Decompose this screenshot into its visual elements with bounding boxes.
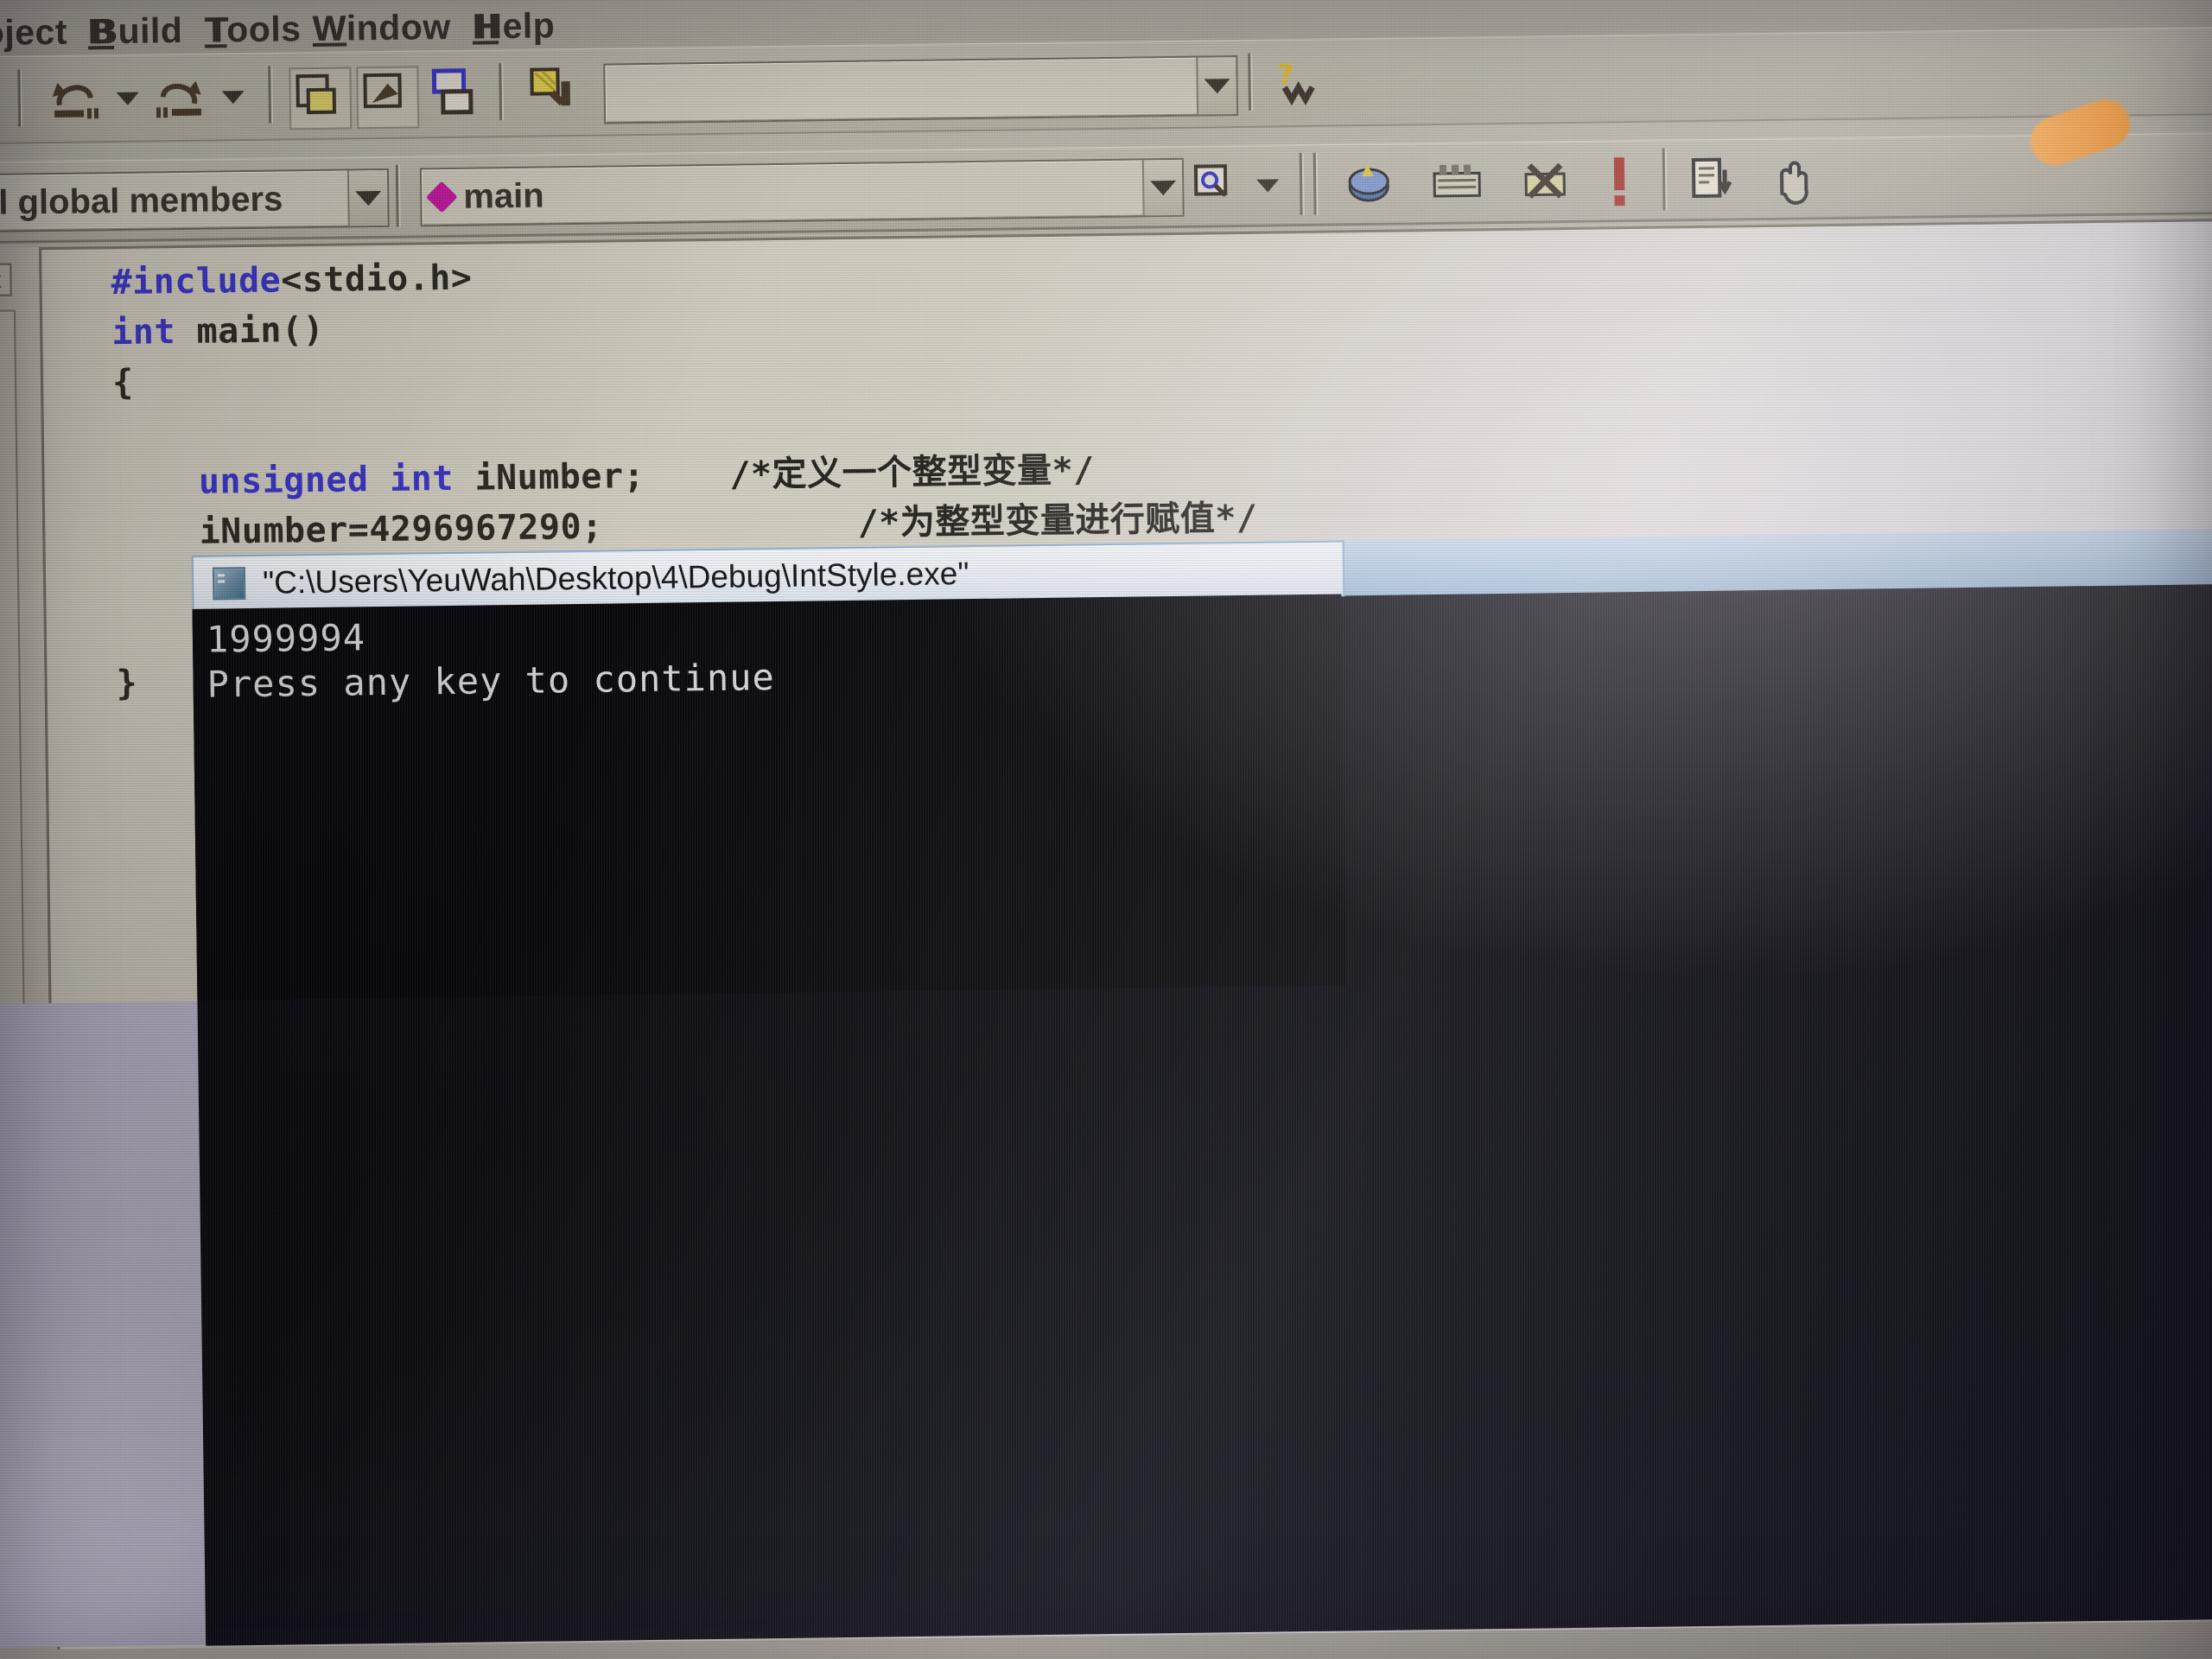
class-combo-value: All global members xyxy=(0,179,283,222)
console-window[interactable]: "C:\Users\YeuWah\Desktop\4\Debug\IntStyl… xyxy=(191,540,1408,1001)
build-icon[interactable] xyxy=(1429,156,1482,208)
menu-item-help[interactable]: HHelp xyxy=(472,5,555,47)
code-span: /*为整型变量进行赋值*/ xyxy=(857,498,1258,543)
console-output-area[interactable]: 1999994 Press any key to continue xyxy=(192,594,1347,1001)
find-in-files-icon[interactable] xyxy=(524,64,584,124)
menu-item-window[interactable]: WWindow xyxy=(312,7,451,49)
code-span: } xyxy=(116,663,138,704)
toolbar-separator xyxy=(499,63,503,121)
execute-icon[interactable] xyxy=(1600,152,1653,207)
code-span: main() xyxy=(175,309,325,353)
menu-item-tools[interactable]: TTools xyxy=(204,9,301,50)
member-combo[interactable]: main xyxy=(419,157,1185,227)
member-diamond-icon xyxy=(422,181,461,213)
code-span: iNumber; xyxy=(453,454,730,499)
find-combo-arrow[interactable] xyxy=(1196,57,1237,115)
console-output-text: 1999994 Press any key to continue xyxy=(206,616,776,706)
desk-surface xyxy=(0,1001,207,1649)
menu-item-build[interactable]: BBuild xyxy=(87,10,182,52)
go-to-definition-icon[interactable] xyxy=(1189,159,1242,212)
toolbar-separator xyxy=(17,69,22,127)
code-span: <stdio.h> xyxy=(280,257,473,301)
toolbar-separator xyxy=(395,164,399,227)
insert-breakpoint-icon[interactable] xyxy=(1763,151,1815,205)
output-icon[interactable] xyxy=(356,66,420,130)
toolbar-separator xyxy=(1248,53,1252,111)
code-span: #include xyxy=(111,260,282,303)
redo-icon[interactable] xyxy=(149,69,202,122)
class-combo-arrow[interactable] xyxy=(346,169,388,226)
context-help-icon[interactable]: ? xyxy=(1265,54,1325,114)
toolbar-separator xyxy=(268,66,272,124)
console-window-icon xyxy=(212,567,246,601)
code-span: /*定义一个整型变量*/ xyxy=(729,450,1096,495)
toolbar-separator xyxy=(1299,153,1303,216)
code-span: iNumber=4296967290; xyxy=(199,503,858,552)
monitor-content: oject BBuild TTools WWindow HHelp ? All … xyxy=(0,0,2212,1659)
redo-dropdown-icon[interactable] xyxy=(211,77,264,130)
code-span: { xyxy=(111,362,134,404)
find-input[interactable] xyxy=(606,86,1197,94)
window-list-icon[interactable] xyxy=(425,65,485,124)
console-title-text: "C:\Users\YeuWah\Desktop\4\Debug\IntStyl… xyxy=(262,556,969,601)
photo-of-monitor: oject BBuild TTools WWindow HHelp ? All … xyxy=(0,0,2212,1659)
save-icon[interactable] xyxy=(0,73,4,126)
close-icon[interactable]: x xyxy=(0,263,12,297)
class-combo[interactable]: All global members xyxy=(0,168,390,233)
toolbar-separator xyxy=(1313,152,1317,215)
dropdown-icon[interactable] xyxy=(1246,167,1299,219)
stop-build-icon[interactable] xyxy=(1517,155,1570,207)
code-span: unsigned int xyxy=(198,458,454,502)
undo-icon[interactable] xyxy=(43,70,99,123)
svg-text:?: ? xyxy=(1277,58,1294,91)
member-combo-arrow[interactable] xyxy=(1141,159,1183,216)
code-span: int xyxy=(111,312,176,353)
menu-item-project[interactable]: oject xyxy=(0,12,67,54)
go-icon[interactable] xyxy=(1685,152,1738,205)
find-combo[interactable] xyxy=(603,54,1239,124)
member-combo-value: main xyxy=(462,176,544,216)
workspace-icon[interactable] xyxy=(289,67,353,130)
toolbar-separator xyxy=(1662,148,1666,211)
compile-icon[interactable] xyxy=(1341,157,1394,210)
